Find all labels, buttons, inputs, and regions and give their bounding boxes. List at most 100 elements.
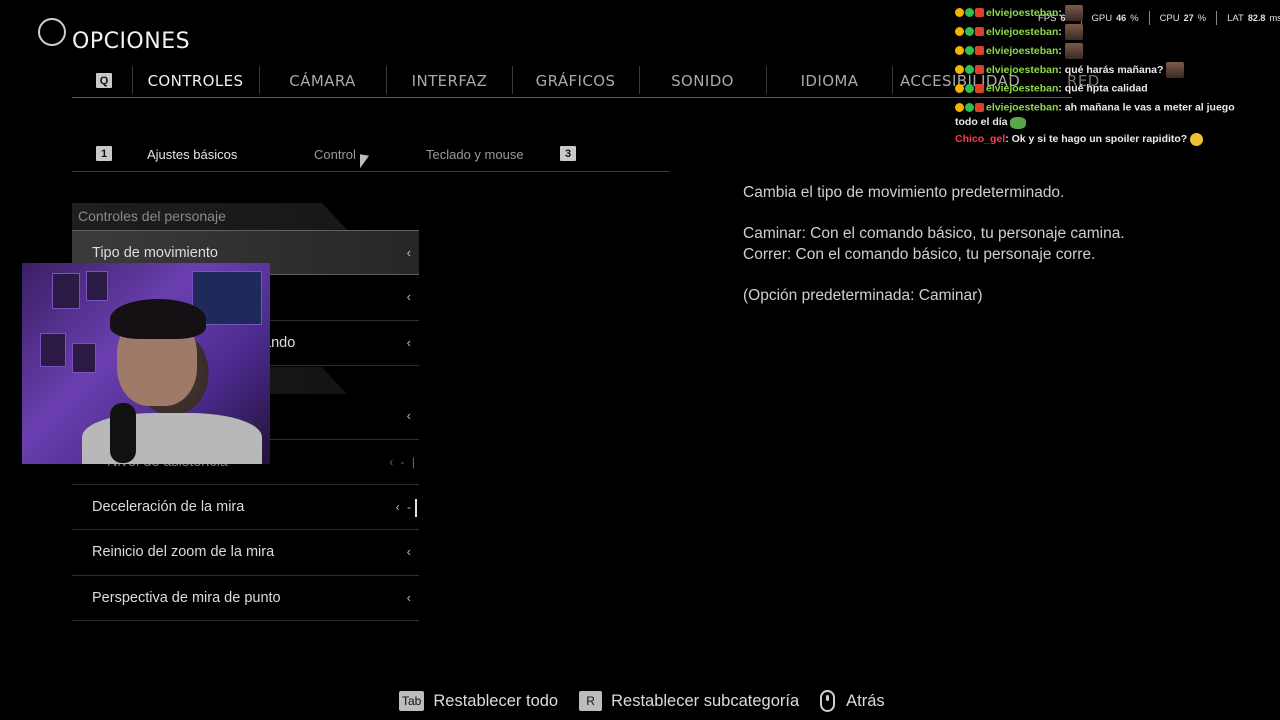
wall-poster — [72, 343, 96, 373]
tab-graficos[interactable]: GRÁFICOS — [512, 72, 639, 90]
badge-icon — [965, 83, 974, 93]
badge-icon — [975, 8, 984, 18]
setting-aim-zoom-reset[interactable]: Reinicio del zoom de la mira ‹ — [72, 530, 419, 576]
reset-subcategory-button[interactable]: R Restablecer subcategoría — [579, 691, 799, 711]
prev-subtab-key-hint: 1 — [96, 146, 112, 161]
frog-emote-icon — [1010, 116, 1027, 129]
wall-poster — [40, 333, 66, 367]
reset-all-label: Restablecer todo — [433, 691, 559, 710]
back-button[interactable]: Atrás — [820, 690, 885, 712]
setting-label: Tipo de movimiento — [92, 245, 218, 261]
chat-badges — [955, 81, 985, 96]
description-walk: Caminar: Con el comando básico, tu perso… — [743, 225, 1125, 242]
setting-dot-sight-perspective[interactable]: Perspectiva de mira de punto ‹ — [72, 576, 419, 622]
option-description: Cambia el tipo de movimiento predetermin… — [743, 183, 1223, 327]
chat-badges — [955, 25, 985, 40]
reset-subcategory-label: Restablecer subcategoría — [611, 691, 800, 710]
streamer-webcam — [22, 263, 270, 464]
badge-icon — [955, 8, 964, 18]
badge-icon — [975, 102, 984, 112]
sub-tab-bar: 1 Ajustes básicos Control Teclado y mous… — [72, 138, 670, 172]
chat-badges — [955, 63, 985, 78]
badge-icon — [955, 83, 964, 93]
tab-separator — [892, 66, 893, 94]
badge-icon — [965, 8, 974, 18]
slider-handle[interactable] — [415, 498, 417, 517]
chevron-left-icon[interactable]: ‹ — [407, 231, 411, 275]
mouse-cursor-icon — [360, 154, 369, 170]
tab-sonido[interactable]: SONIDO — [639, 72, 766, 90]
back-label: Atrás — [846, 691, 885, 710]
badge-icon — [965, 27, 974, 37]
chat-username: elviejoesteban — [986, 6, 1059, 19]
chat-username: elviejoesteban — [986, 82, 1059, 95]
badge-icon — [975, 46, 984, 56]
section-header-character-controls: Controles del personaje — [72, 203, 347, 230]
tab-interfaz[interactable]: INTERFAZ — [386, 72, 513, 90]
chat-message: elviejoesteban: ah mañana le vas a meter… — [955, 100, 1235, 129]
chevron-left-icon[interactable]: ‹ — [407, 321, 411, 365]
microphone-icon — [110, 403, 136, 463]
game-logo-circle-icon — [38, 18, 66, 46]
r-key-icon: R — [579, 691, 603, 711]
subtab-teclado-y-mouse[interactable]: Teclado y mouse — [426, 147, 524, 162]
badge-icon — [975, 27, 984, 37]
chat-message: elviejoesteban: — [955, 3, 1255, 22]
emote-icon — [1064, 5, 1083, 21]
chevron-left-icon[interactable]: ‹ — [407, 530, 411, 574]
emote-icon — [1166, 62, 1185, 78]
prev-tab-key-hint: Q — [96, 73, 112, 88]
setting-label: Reinicio del zoom de la mira — [92, 544, 275, 561]
chat-username: elviejoesteban — [986, 63, 1059, 76]
main-tab-bar: Q CONTROLES CÁMARA INTERFAZ GRÁFICOS SON… — [72, 64, 1099, 98]
emote-icon — [1064, 24, 1083, 40]
chat-message: elviejoesteban: qué hpta calidad — [955, 79, 1255, 98]
badge-icon — [965, 46, 974, 56]
reset-all-button[interactable]: Tab Restablecer todo — [399, 691, 558, 711]
tab-controles[interactable]: CONTROLES — [132, 72, 259, 90]
description-default: (Opción predeterminada: Caminar) — [743, 286, 983, 304]
emoji-icon — [1190, 133, 1204, 146]
chat-text: qué hpta calidad — [1064, 82, 1148, 95]
chat-username: elviejoesteban — [986, 101, 1059, 114]
chevron-left-icon[interactable]: ‹ — [407, 275, 411, 319]
stream-chat-overlay: elviejoesteban: elviejoesteban: elviejoe… — [955, 3, 1255, 149]
chat-message: elviejoesteban: — [955, 22, 1255, 41]
chevron-left-icon[interactable]: ‹ — [407, 394, 411, 438]
description-summary: Cambia el tipo de movimiento predetermin… — [743, 184, 1065, 201]
chat-username: elviejoesteban — [986, 44, 1059, 57]
tab-camara[interactable]: CÁMARA — [259, 72, 386, 90]
chat-message: elviejoesteban: — [955, 41, 1255, 60]
setting-aim-deceleration[interactable]: Deceleración de la mira ‹ - — [72, 485, 419, 531]
badge-icon — [965, 65, 974, 75]
slider-control: ‹ - | — [389, 454, 417, 469]
description-run: Correr: Con el comando básico, tu person… — [743, 245, 1096, 263]
setting-label: Perspectiva de mira de punto — [92, 589, 281, 606]
badge-icon — [955, 65, 964, 75]
subtab-control[interactable]: Control — [314, 147, 356, 162]
wall-poster — [86, 271, 108, 301]
badge-icon — [975, 65, 984, 75]
setting-label: Deceleración de la mira — [92, 498, 245, 515]
streamer-shirt — [82, 413, 262, 464]
chevron-left-icon[interactable]: ‹ — [407, 576, 411, 620]
streamer-hair — [110, 299, 206, 339]
subtab-ajustes-basicos[interactable]: Ajustes básicos — [147, 147, 237, 162]
wall-poster — [52, 273, 80, 309]
slider-control[interactable]: ‹ - — [396, 485, 417, 529]
chat-text: qué harás mañana? — [1064, 63, 1164, 76]
latency-unit: ms — [1269, 12, 1280, 24]
chat-text: Ok y si te hago un spoiler rapidito? — [1011, 133, 1188, 146]
mouse-right-click-icon — [820, 690, 836, 712]
tab-key-icon: Tab — [399, 691, 425, 711]
chat-username: elviejoesteban — [986, 25, 1059, 38]
badge-icon — [955, 46, 964, 56]
badge-icon — [955, 27, 964, 37]
chat-message: elviejoesteban: qué harás mañana? — [955, 60, 1255, 79]
chat-message: Chico_gel: Ok y si te hago un spoiler ra… — [955, 130, 1255, 149]
page-title: OPCIONES — [72, 29, 191, 54]
badge-icon — [965, 102, 974, 112]
tab-idioma[interactable]: IDIOMA — [766, 72, 893, 90]
badge-icon — [975, 83, 984, 93]
chat-badges — [955, 100, 985, 115]
